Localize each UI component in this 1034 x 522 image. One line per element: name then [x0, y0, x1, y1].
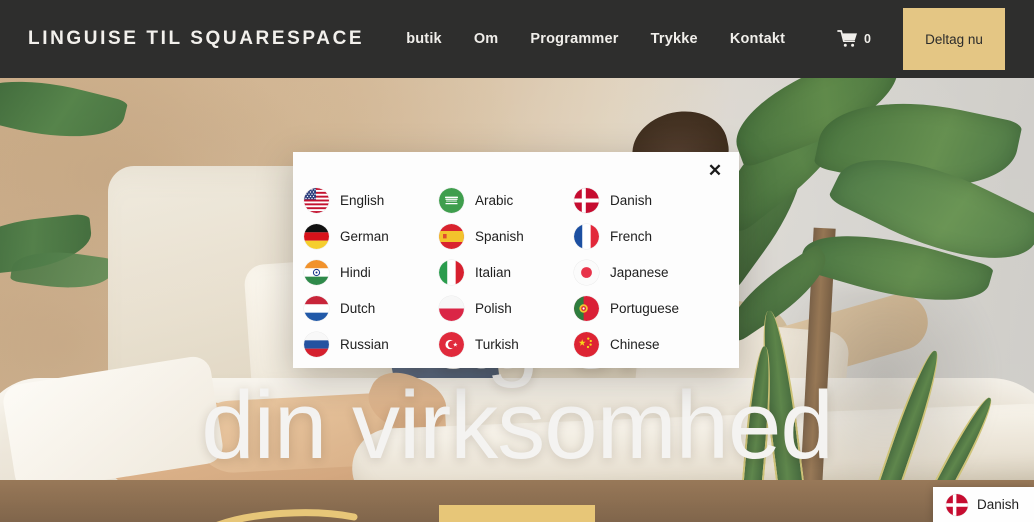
- language-option-label: Arabic: [475, 192, 514, 208]
- flag-in-icon: [304, 259, 329, 285]
- language-option-label: Russian: [340, 336, 389, 352]
- language-option-label: Hindi: [340, 264, 371, 280]
- language-option-russian[interactable]: Russian: [304, 326, 439, 362]
- header-join-button[interactable]: Deltag nu: [903, 8, 1005, 70]
- language-selection-modal: ✕ English Arabic Danish German Spanish F…: [293, 152, 739, 368]
- main-navigation: butik Om Programmer Trykke Kontakt: [406, 31, 785, 47]
- nav-item-trykke[interactable]: Trykke: [651, 31, 698, 47]
- flag-dk-icon: [946, 493, 968, 516]
- language-option-japanese[interactable]: Japanese: [574, 254, 750, 290]
- language-option-spanish[interactable]: Spanish: [439, 218, 574, 254]
- language-option-french[interactable]: French: [574, 218, 750, 254]
- language-option-label: Danish: [610, 192, 653, 208]
- nav-item-kontakt[interactable]: Kontakt: [730, 31, 785, 47]
- language-option-chinese[interactable]: Chinese: [574, 326, 750, 362]
- language-option-label: German: [340, 228, 389, 244]
- language-option-dutch[interactable]: Dutch: [304, 290, 439, 326]
- cart-item-count: 0: [864, 32, 871, 46]
- flag-sa-icon: [439, 187, 464, 213]
- site-brand-logo[interactable]: LINGUISE TIL SQUARESPACE: [28, 28, 364, 50]
- nav-item-programmer[interactable]: Programmer: [530, 31, 618, 47]
- language-switcher-widget[interactable]: Danish: [933, 487, 1034, 522]
- page-root: Tag er din virksomhed LINGUISE TIL SQUAR…: [0, 0, 1034, 522]
- language-option-german[interactable]: German: [304, 218, 439, 254]
- language-option-italian[interactable]: Italian: [439, 254, 574, 290]
- flag-it-icon: [439, 259, 464, 285]
- cart-button[interactable]: 0: [837, 30, 871, 48]
- banana-plant: [689, 78, 1034, 522]
- language-option-label: English: [340, 192, 385, 208]
- flag-es-icon: [439, 223, 464, 249]
- language-option-hindi[interactable]: Hindi: [304, 254, 439, 290]
- flag-ru-icon: [304, 331, 329, 357]
- language-option-arabic[interactable]: Arabic: [439, 182, 574, 218]
- language-option-turkish[interactable]: Turkish: [439, 326, 574, 362]
- language-option-label: Chinese: [610, 336, 660, 352]
- flag-pt-icon: [574, 295, 599, 321]
- language-option-label: Polish: [475, 300, 512, 316]
- hero-cta-button[interactable]: [439, 505, 595, 522]
- language-option-label: Portuguese: [610, 300, 680, 316]
- flag-tr-icon: [439, 331, 464, 357]
- language-option-danish[interactable]: Danish: [574, 182, 750, 218]
- flag-de-icon: [304, 223, 329, 249]
- language-switcher-label: Danish: [977, 497, 1020, 512]
- nav-item-om[interactable]: Om: [474, 31, 499, 47]
- language-option-label: Japanese: [610, 264, 669, 280]
- language-option-label: Dutch: [340, 300, 376, 316]
- language-option-portuguese[interactable]: Portuguese: [574, 290, 750, 326]
- flag-us-icon: [304, 187, 329, 213]
- language-option-label: French: [610, 228, 653, 244]
- flag-cn-icon: [574, 331, 599, 357]
- flag-nl-icon: [304, 295, 329, 321]
- language-option-english[interactable]: English: [304, 182, 439, 218]
- shopping-cart-icon: [837, 30, 858, 47]
- close-icon[interactable]: ✕: [703, 158, 727, 182]
- language-option-polish[interactable]: Polish: [439, 290, 574, 326]
- language-grid: English Arabic Danish German Spanish Fre…: [293, 182, 739, 362]
- language-option-label: Italian: [475, 264, 512, 280]
- flag-jp-icon: [574, 259, 599, 285]
- header-right-group: 0 Deltag nu: [837, 0, 1034, 78]
- language-option-label: Turkish: [475, 336, 519, 352]
- site-header: LINGUISE TIL SQUARESPACE butik Om Progra…: [0, 0, 1034, 78]
- flag-fr-icon: [574, 223, 599, 249]
- flag-dk-icon: [574, 187, 599, 213]
- language-option-label: Spanish: [475, 228, 524, 244]
- nav-item-butik[interactable]: butik: [406, 31, 442, 47]
- flag-pl-icon: [439, 295, 464, 321]
